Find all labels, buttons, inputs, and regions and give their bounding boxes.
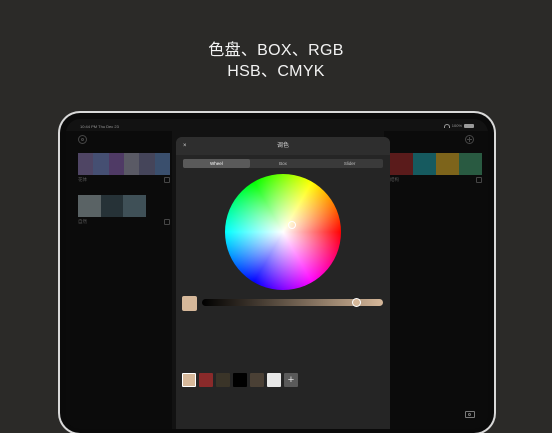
recent-swatch[interactable]: [216, 373, 230, 387]
tab-slider[interactable]: Slider: [316, 159, 383, 168]
sheet-header: × 调色: [176, 137, 390, 155]
tablet-frame: 10:44 PM Thu Dec 23 100% 花体 自然 结构 × 调色 W…: [60, 113, 494, 433]
add-swatch-button[interactable]: +: [284, 373, 298, 387]
camera-icon[interactable]: [465, 411, 475, 418]
status-time: 10:44 PM Thu Dec 23: [80, 124, 119, 129]
battery-icon: [464, 123, 474, 128]
promo-line-2: HSB、CMYK: [227, 63, 325, 80]
promo-caption: 色盘、BOX、RGB HSB、CMYK: [0, 40, 552, 82]
sheet-title: 调色: [276, 143, 289, 149]
selected-color-preview: [182, 296, 197, 311]
dim-overlay: [66, 131, 172, 429]
battery-percent: 100%: [451, 123, 462, 128]
picker-mode-tabs: Wheel Box Slider: [183, 159, 383, 168]
dim-overlay: [384, 131, 488, 429]
recent-swatch[interactable]: [182, 373, 196, 387]
promo-line-1: 色盘、BOX、RGB: [208, 42, 344, 59]
tab-box[interactable]: Box: [250, 159, 317, 168]
app-screen: 10:44 PM Thu Dec 23 100% 花体 自然 结构 × 调色 W…: [66, 119, 488, 429]
wheel-handle[interactable]: [287, 220, 296, 229]
recent-swatch[interactable]: [199, 373, 213, 387]
recent-swatch[interactable]: [250, 373, 264, 387]
recent-swatches: +: [182, 373, 298, 387]
brightness-slider[interactable]: [202, 298, 383, 307]
color-picker-sheet: × 调色 Wheel Box Slider +: [176, 137, 390, 429]
tab-wheel[interactable]: Wheel: [183, 159, 250, 168]
wifi-icon: [443, 123, 450, 128]
brightness-handle[interactable]: [351, 298, 361, 307]
recent-swatch[interactable]: [233, 373, 247, 387]
status-indicators: 100%: [443, 123, 474, 128]
status-bar: 10:44 PM Thu Dec 23 100%: [66, 119, 488, 131]
recent-swatch[interactable]: [267, 373, 281, 387]
color-wheel[interactable]: [225, 174, 341, 290]
